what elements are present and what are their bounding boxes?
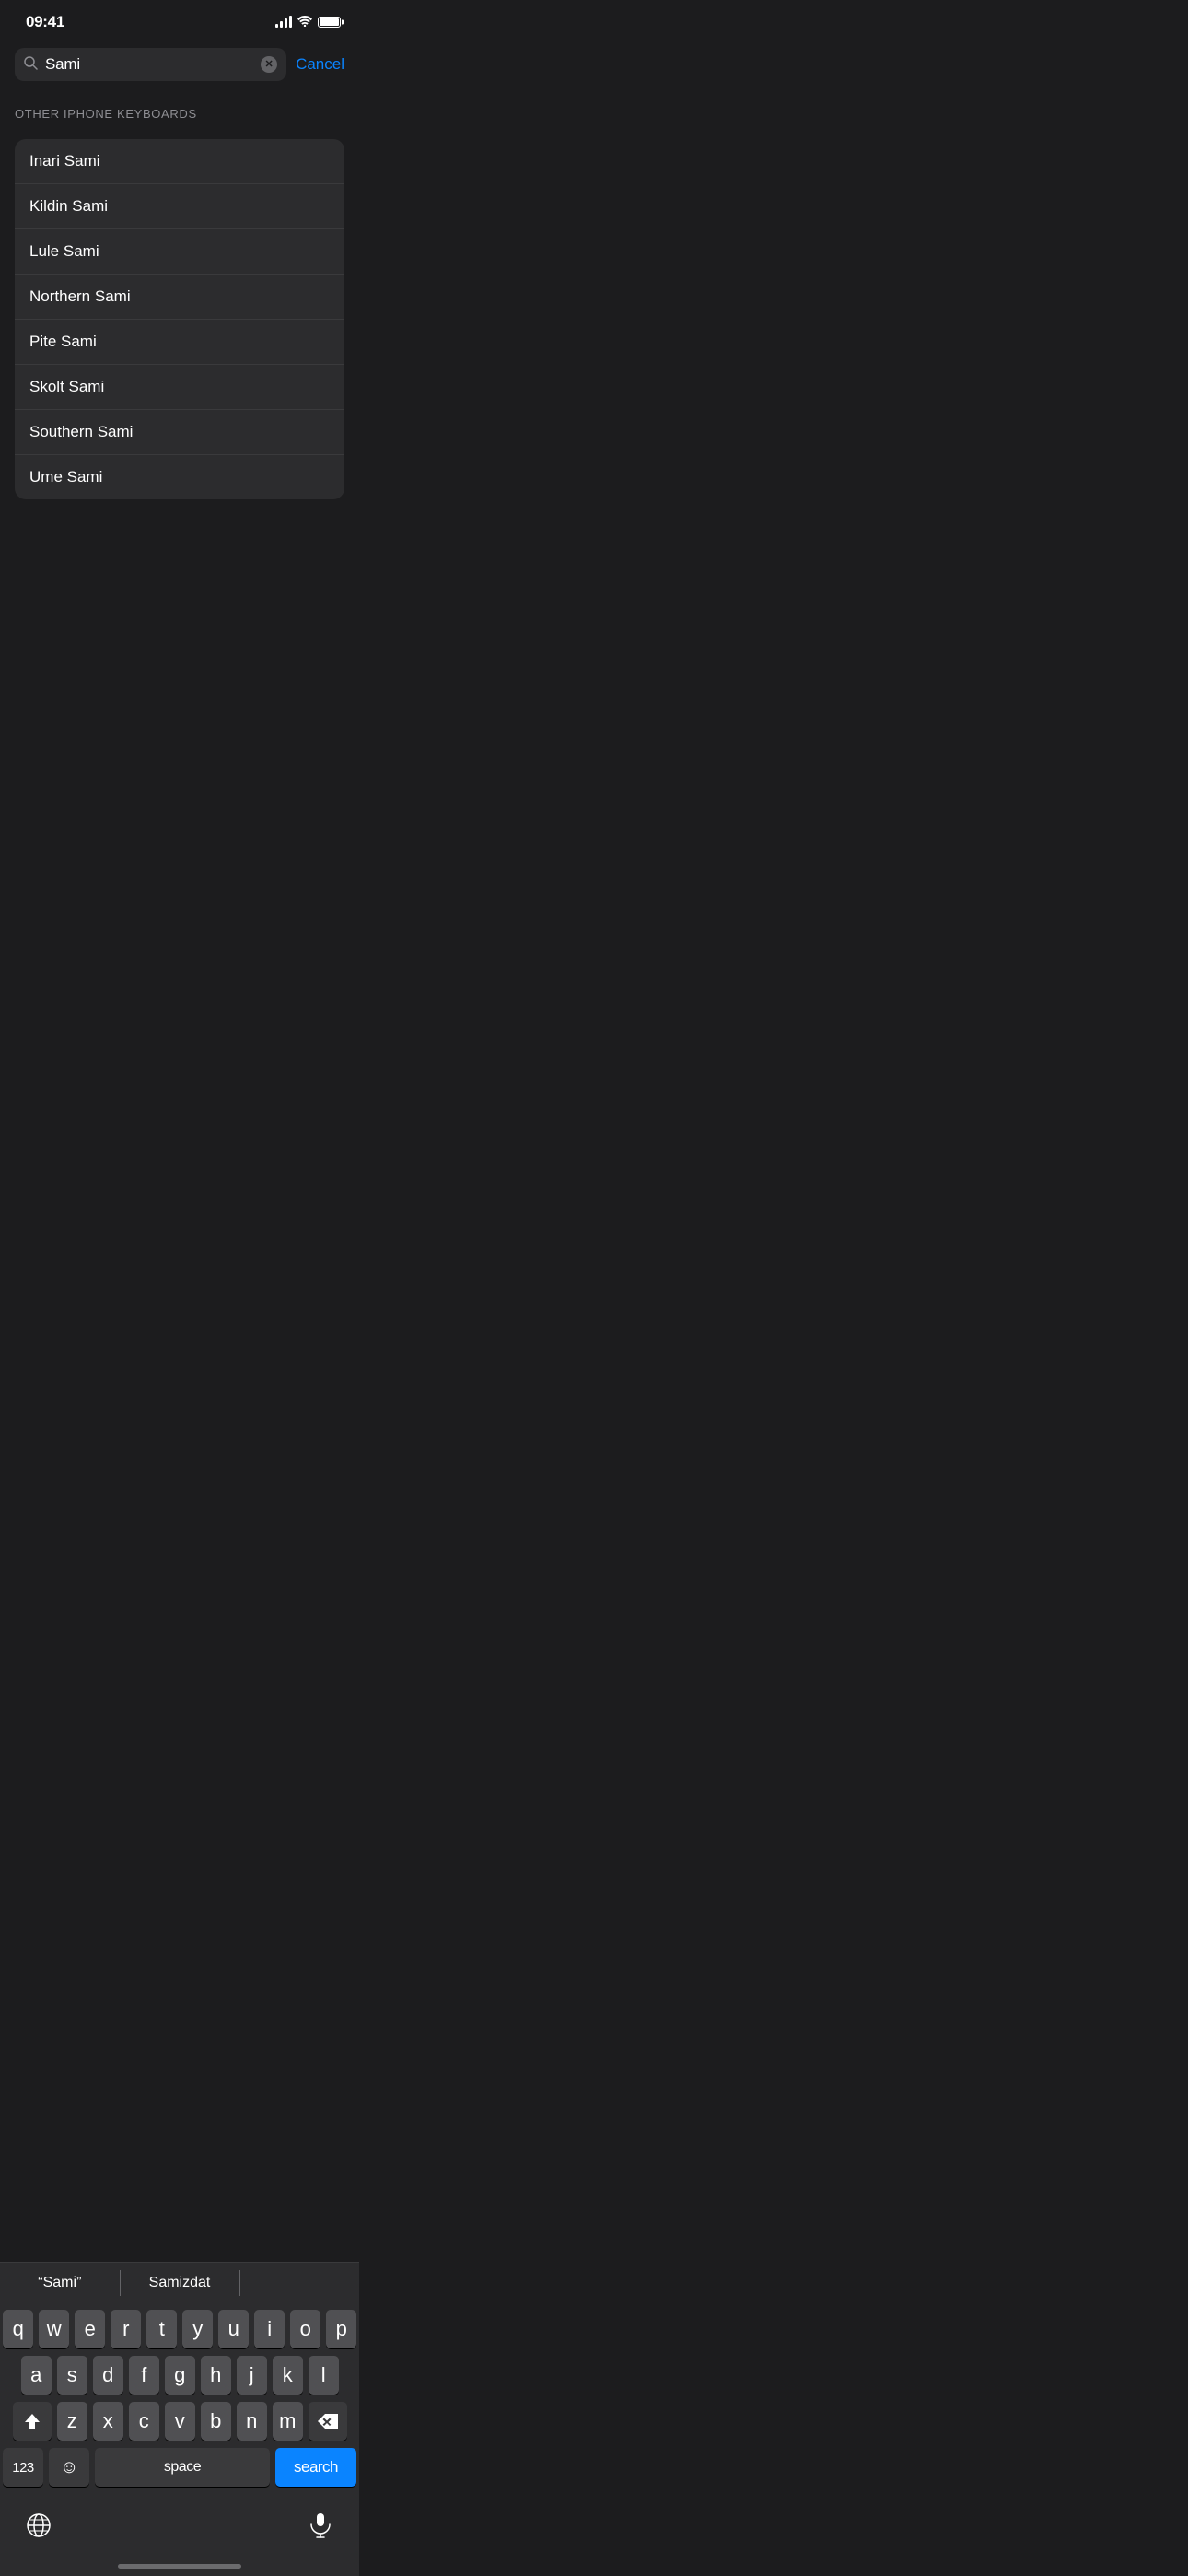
list-item[interactable]: Inari Sami	[15, 139, 344, 184]
key-q[interactable]: q	[3, 2310, 33, 2348]
autocomplete-item-quoted-sami[interactable]: “Sami”	[0, 2263, 120, 2302]
key-row-2: a s d f g h j k l	[3, 2356, 356, 2395]
key-r[interactable]: r	[111, 2310, 141, 2348]
key-k[interactable]: k	[273, 2356, 303, 2395]
wifi-icon	[297, 16, 312, 29]
list-item[interactable]: Ume Sami	[15, 455, 344, 499]
home-bar	[118, 2564, 241, 2569]
key-row-4: 123 ☺ space search	[3, 2448, 356, 2487]
number-key[interactable]: 123	[3, 2448, 43, 2487]
search-bar-container: Sami ✕ Cancel	[0, 41, 359, 88]
section-container: OTHER IPHONE KEYBOARDS	[0, 88, 359, 139]
key-h[interactable]: h	[201, 2356, 231, 2395]
microphone-button[interactable]	[300, 2505, 341, 2546]
search-clear-button[interactable]: ✕	[261, 56, 277, 73]
space-key[interactable]: space	[95, 2448, 270, 2487]
shift-key[interactable]	[13, 2402, 52, 2441]
key-e[interactable]: e	[75, 2310, 105, 2348]
key-row-3: z x c v b n m	[3, 2402, 356, 2441]
key-t[interactable]: t	[146, 2310, 177, 2348]
key-u[interactable]: u	[218, 2310, 249, 2348]
delete-key[interactable]	[309, 2402, 347, 2441]
emoji-key[interactable]: ☺	[49, 2448, 89, 2487]
key-a[interactable]: a	[21, 2356, 52, 2395]
search-icon	[24, 56, 38, 74]
key-c[interactable]: c	[129, 2402, 159, 2441]
globe-button[interactable]	[18, 2505, 59, 2546]
key-y[interactable]: y	[182, 2310, 213, 2348]
key-n[interactable]: n	[237, 2402, 267, 2441]
list-item[interactable]: Skolt Sami	[15, 365, 344, 410]
search-input[interactable]: Sami	[45, 55, 253, 74]
signal-icon	[275, 17, 292, 28]
list-item[interactable]: Pite Sami	[15, 320, 344, 365]
key-i[interactable]: i	[254, 2310, 285, 2348]
key-j[interactable]: j	[237, 2356, 267, 2395]
key-s[interactable]: s	[57, 2356, 87, 2395]
list-item[interactable]: Northern Sami	[15, 275, 344, 320]
home-indicator	[0, 2564, 359, 2576]
key-row-1: q w e r t y u i o p	[3, 2310, 356, 2348]
autocomplete-bar: “Sami” Samizdat	[0, 2262, 359, 2302]
key-v[interactable]: v	[165, 2402, 195, 2441]
key-o[interactable]: o	[290, 2310, 320, 2348]
key-l[interactable]: l	[309, 2356, 339, 2395]
keyboard-keys: q w e r t y u i o p a s d f g h j k l	[0, 2302, 359, 2498]
results-list: Inari Sami Kildin Sami Lule Sami Norther…	[15, 139, 344, 499]
status-time: 09:41	[26, 13, 64, 31]
battery-icon	[318, 17, 341, 28]
key-p[interactable]: p	[326, 2310, 356, 2348]
key-b[interactable]: b	[201, 2402, 231, 2441]
section-header: OTHER IPHONE KEYBOARDS	[15, 107, 344, 121]
key-m[interactable]: m	[273, 2402, 303, 2441]
key-f[interactable]: f	[129, 2356, 159, 2395]
key-w[interactable]: w	[39, 2310, 69, 2348]
autocomplete-item-samizdat[interactable]: Samizdat	[120, 2263, 239, 2302]
key-g[interactable]: g	[165, 2356, 195, 2395]
key-x[interactable]: x	[93, 2402, 123, 2441]
bottom-function-row	[0, 2498, 359, 2564]
status-bar: 09:41	[0, 0, 359, 41]
keyboard: “Sami” Samizdat q w e r t y u i o p a s	[0, 2262, 359, 2576]
status-icons	[275, 16, 341, 29]
key-d[interactable]: d	[93, 2356, 123, 2395]
search-input-wrapper[interactable]: Sami ✕	[15, 48, 286, 81]
cancel-button[interactable]: Cancel	[296, 55, 344, 74]
list-item[interactable]: Lule Sami	[15, 229, 344, 275]
key-z[interactable]: z	[57, 2402, 87, 2441]
list-item[interactable]: Southern Sami	[15, 410, 344, 455]
list-item[interactable]: Kildin Sami	[15, 184, 344, 229]
autocomplete-item-empty[interactable]	[239, 2263, 359, 2302]
search-key[interactable]: search	[275, 2448, 356, 2487]
